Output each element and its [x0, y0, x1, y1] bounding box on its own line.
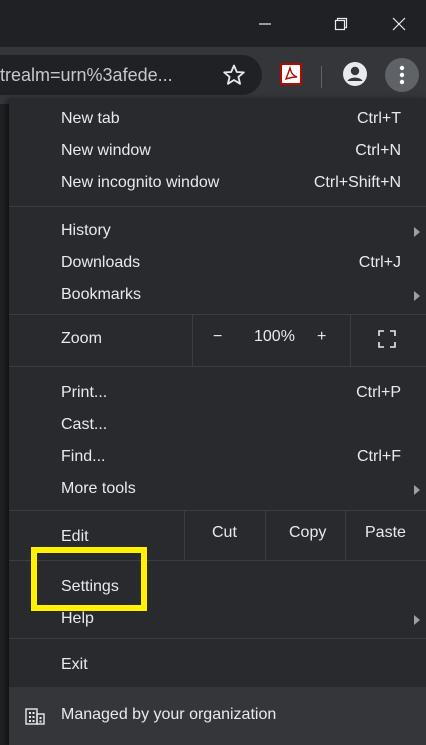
menu-item-label: New window — [61, 142, 151, 159]
menu-item-history[interactable]: History — [9, 216, 426, 248]
more-vert-icon — [399, 65, 405, 85]
menu-item-label: Cast... — [61, 416, 108, 433]
zoom-out-button[interactable]: − — [213, 328, 222, 346]
zoom-label: Zoom — [61, 330, 102, 347]
menu-item-more-tools[interactable]: More tools — [9, 474, 426, 506]
submenu-arrow-icon — [414, 291, 420, 301]
menu-item-label: Bookmarks — [61, 286, 142, 303]
address-bar-url: trealm=urn%3afede... — [0, 65, 173, 85]
restore-button[interactable] — [318, 0, 364, 47]
toolbar-separator — [321, 66, 322, 88]
menu-item-label: New incognito window — [61, 174, 220, 191]
zoom-separator — [192, 314, 193, 366]
menu-divider — [9, 638, 426, 639]
zoom-row: Zoom − 100% + — [9, 314, 426, 366]
menu-item-label: Exit — [61, 656, 88, 673]
restore-icon — [334, 17, 348, 30]
close-icon — [392, 17, 406, 30]
edit-separator — [184, 510, 185, 560]
edit-separator — [265, 510, 266, 560]
pdf-extension-icon[interactable] — [279, 62, 303, 86]
profile-icon[interactable] — [342, 61, 368, 87]
menu-item-label: New tab — [61, 110, 120, 127]
building-icon — [25, 708, 45, 725]
menu-item-new-incognito-window[interactable]: New incognito window Ctrl+Shift+N — [9, 168, 426, 200]
star-icon[interactable] — [222, 63, 246, 87]
edit-label: Edit — [61, 528, 89, 545]
menu-item-find[interactable]: Find... Ctrl+F — [9, 442, 426, 474]
zoom-level: 100% — [254, 328, 295, 345]
fullscreen-icon[interactable] — [378, 330, 396, 348]
menu-divider — [9, 366, 426, 367]
menu-item-label: Help — [61, 610, 94, 627]
menu-item-label: Downloads — [61, 254, 141, 271]
minimize-icon — [259, 22, 271, 25]
settings-highlight-box — [31, 547, 147, 611]
managed-by-org-item[interactable]: Managed by your organization — [9, 687, 426, 745]
menu-item-print[interactable]: Print... Ctrl+P — [9, 378, 426, 410]
menu-item-shortcut: Ctrl+P — [356, 384, 401, 401]
menu-item-exit[interactable]: Exit — [9, 650, 426, 682]
submenu-arrow-icon — [414, 227, 420, 237]
edit-separator — [345, 510, 346, 560]
managed-label: Managed by your organization — [61, 706, 277, 723]
menu-item-new-window[interactable]: New window Ctrl+N — [9, 136, 426, 168]
menu-item-shortcut: Ctrl+T — [357, 110, 401, 127]
window-titlebar — [0, 0, 426, 47]
menu-item-cast[interactable]: Cast... — [9, 410, 426, 442]
menu-item-downloads[interactable]: Downloads Ctrl+J — [9, 248, 426, 280]
minimize-button[interactable] — [242, 0, 288, 47]
zoom-separator — [350, 314, 351, 366]
menu-item-label: History — [61, 222, 111, 239]
chrome-menu: New tab Ctrl+T New window Ctrl+N New inc… — [9, 98, 426, 745]
submenu-arrow-icon — [414, 615, 420, 625]
menu-item-new-tab[interactable]: New tab Ctrl+T — [9, 104, 426, 136]
menu-divider — [9, 206, 426, 207]
close-button[interactable] — [376, 0, 422, 47]
cut-button[interactable]: Cut — [212, 524, 237, 542]
copy-button[interactable]: Copy — [289, 524, 326, 542]
menu-item-label: More tools — [61, 480, 136, 497]
menu-item-label: Print... — [61, 384, 108, 401]
menu-item-shortcut: Ctrl+Shift+N — [313, 174, 401, 191]
menu-item-shortcut: Ctrl+N — [355, 142, 401, 159]
paste-button[interactable]: Paste — [365, 524, 406, 542]
submenu-arrow-icon — [414, 485, 420, 495]
menu-button[interactable] — [385, 58, 419, 92]
menu-item-shortcut: Ctrl+J — [358, 254, 401, 271]
menu-item-bookmarks[interactable]: Bookmarks — [9, 280, 426, 312]
menu-item-label: Find... — [61, 448, 106, 465]
address-bar[interactable]: trealm=urn%3afede... — [0, 55, 262, 95]
zoom-in-button[interactable]: + — [317, 328, 326, 346]
menu-item-shortcut: Ctrl+F — [357, 448, 401, 465]
